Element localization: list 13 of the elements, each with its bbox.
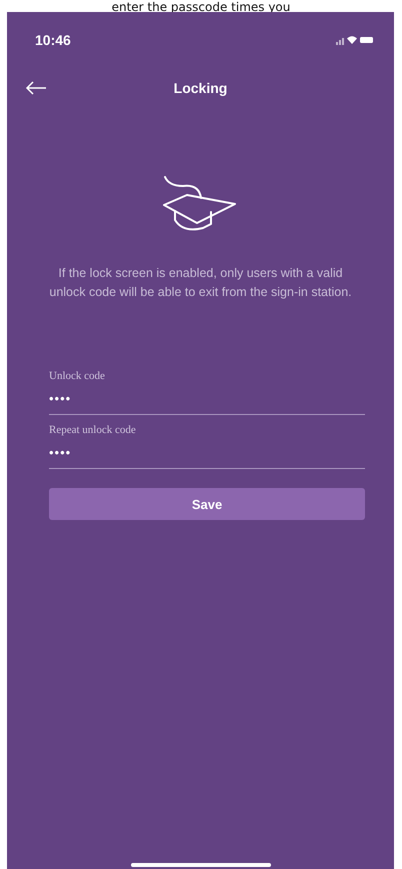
status-icons-icon: [336, 34, 374, 46]
status-time: 10:46: [35, 32, 71, 48]
back-arrow-icon: [25, 81, 47, 95]
field-value: ••••: [49, 391, 72, 406]
screen-title: Locking: [174, 80, 228, 96]
caption-text: enter the passcode times you: [110, 0, 292, 12]
save-button[interactable]: Save: [49, 488, 365, 520]
field-value: ••••: [49, 445, 72, 460]
password-field[interactable]: Unlock code ••••: [49, 370, 365, 415]
password-field[interactable]: Repeat unlock code ••••: [49, 424, 365, 469]
description-text: If the lock screen is enabled, only users with a valid unlock code will be able to exit from the sign-in station.: [48, 265, 353, 301]
field-label: Unlock code: [49, 370, 106, 382]
field-label: Repeat unlock code: [49, 424, 137, 436]
